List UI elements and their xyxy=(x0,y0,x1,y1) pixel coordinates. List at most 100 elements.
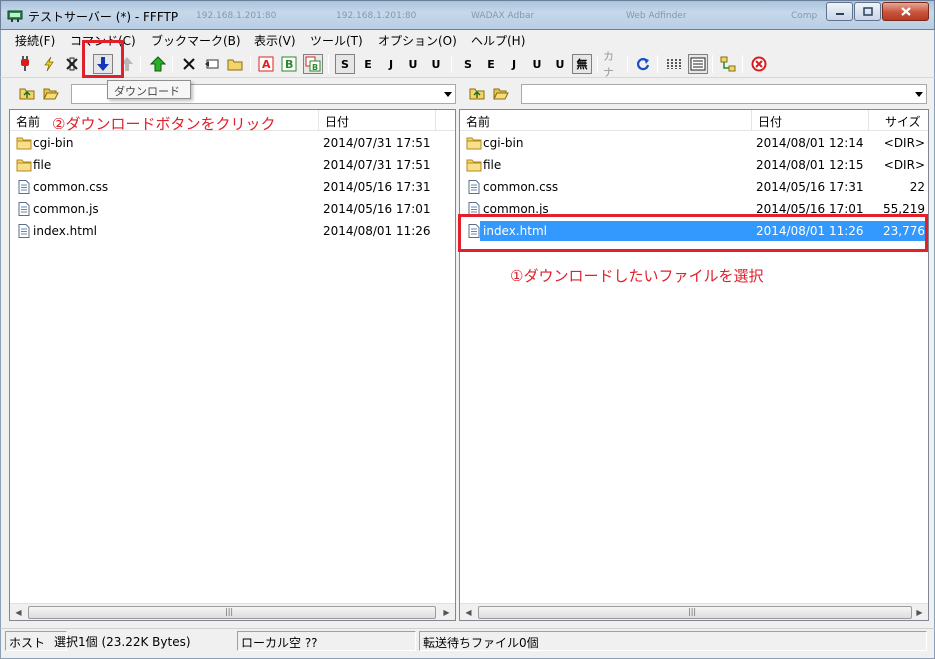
remote-horizontal-scrollbar[interactable]: ◀ ||| ▶ xyxy=(460,603,928,620)
menu-options[interactable]: オプション(O) xyxy=(378,32,457,49)
disconnect-button[interactable] xyxy=(62,54,82,74)
toolbar: A B B S E J U U S E J U U 無 カナ xyxy=(0,50,935,79)
file-row[interactable]: cgi-bin 2014/07/31 17:51 xyxy=(10,132,455,154)
file-date: 2014/08/01 12:14 xyxy=(756,136,864,150)
minimize-icon xyxy=(835,12,844,15)
local-date-column-header[interactable]: 日付 xyxy=(319,110,436,131)
local-file-list[interactable]: 名前 日付 cgi-bin 2014/07/31 17:51 file 2014/07… xyxy=(9,109,456,621)
list-view-button[interactable] xyxy=(664,54,684,74)
kanji-utf8n-button[interactable]: U xyxy=(403,54,423,74)
refresh-button[interactable] xyxy=(633,54,653,74)
file-name: cgi-bin xyxy=(483,136,524,150)
menu-bookmark[interactable]: ブックマーク(B) xyxy=(151,32,241,49)
scroll-left-icon[interactable]: ◀ xyxy=(10,604,27,620)
background-tab-ghost: Web Adfinder xyxy=(626,11,687,21)
binary-mode-button[interactable]: B xyxy=(279,54,299,74)
disconnect-icon xyxy=(66,57,78,71)
download-tooltip: ダウンロード xyxy=(107,80,191,99)
remote-path-combo[interactable] xyxy=(521,84,927,104)
menu-view[interactable]: 表示(V) xyxy=(254,32,296,49)
kana-convert-button[interactable]: カナ xyxy=(603,50,623,79)
file-row[interactable]: index.html 2014/08/01 11:26 xyxy=(10,220,455,242)
file-date: 2014/08/01 12:15 xyxy=(756,158,864,172)
local-up-folder-button[interactable] xyxy=(17,84,37,102)
kanji-jis-button[interactable]: J xyxy=(381,54,401,74)
svg-text:B: B xyxy=(312,63,318,72)
stop-button[interactable] xyxy=(749,54,769,74)
remote-jis-button[interactable]: J xyxy=(504,54,524,74)
menu-connect[interactable]: 接続(F) xyxy=(15,32,55,49)
folder-icon xyxy=(466,137,482,150)
remote-date-column-header[interactable]: 日付 xyxy=(752,110,869,131)
scroll-right-icon[interactable]: ▶ xyxy=(438,604,455,620)
file-row[interactable]: common.js 2014/05/16 17:01 xyxy=(10,198,455,220)
kanji-euc-button[interactable]: E xyxy=(358,54,378,74)
scroll-left-icon[interactable]: ◀ xyxy=(460,604,477,620)
selected-file-highlight xyxy=(458,214,928,252)
grip-icon: ||| xyxy=(225,607,234,616)
folder-icon xyxy=(16,137,32,150)
file-row[interactable]: common.css 2014/05/16 17:31 xyxy=(10,176,455,198)
file-date: 2014/05/16 17:01 xyxy=(323,202,431,216)
rename-button[interactable] xyxy=(202,54,222,74)
file-name: common.css xyxy=(483,180,559,194)
remote-sjis-button[interactable]: S xyxy=(458,54,478,74)
file-name: file xyxy=(33,158,52,172)
ascii-mode-button[interactable]: A xyxy=(256,54,276,74)
quick-connect-button[interactable] xyxy=(39,54,59,74)
remote-utf8-button[interactable]: U xyxy=(550,54,570,74)
file-name: file xyxy=(483,158,502,172)
file-name: common.css xyxy=(33,180,109,194)
connect-button[interactable] xyxy=(15,54,35,74)
file-row[interactable]: file 2014/08/01 12:15 <DIR> xyxy=(460,154,928,176)
sync-folders-button[interactable] xyxy=(718,54,738,74)
scroll-right-icon[interactable]: ▶ xyxy=(911,604,928,620)
file-row[interactable]: file 2014/07/31 17:51 xyxy=(10,154,455,176)
file-date: 2014/05/16 17:31 xyxy=(323,180,431,194)
file-name: cgi-bin xyxy=(33,136,74,150)
local-open-folder-button[interactable] xyxy=(41,84,61,102)
remote-name-column-header[interactable]: 名前 xyxy=(460,110,752,131)
remote-utf8n-button[interactable]: U xyxy=(527,54,547,74)
up-folder-icon xyxy=(19,88,35,100)
file-icon xyxy=(18,180,30,194)
menu-help[interactable]: ヘルプ(H) xyxy=(471,32,525,49)
file-row[interactable]: cgi-bin 2014/08/01 12:14 <DIR> xyxy=(460,132,928,154)
background-tab-ghost: WADAX Adbar xyxy=(471,11,535,21)
remote-file-list[interactable]: 名前 日付 サイズ cgi-bin 2014/08/01 12:14 <DIR> fi… xyxy=(459,109,929,621)
file-icon xyxy=(18,224,30,238)
up-folder-icon xyxy=(469,88,485,100)
rename-icon xyxy=(205,59,219,69)
remote-up-folder-button[interactable] xyxy=(467,84,487,102)
menu-tools[interactable]: ツール(T) xyxy=(310,32,363,49)
remote-euc-button[interactable]: E xyxy=(481,54,501,74)
file-row[interactable]: common.css 2014/05/16 17:31 22 xyxy=(460,176,928,198)
maximize-button[interactable] xyxy=(854,2,881,21)
minimize-button[interactable] xyxy=(826,2,853,21)
no-conversion-button[interactable]: 無 xyxy=(572,54,592,74)
sjis-label: S xyxy=(341,57,349,71)
new-folder-icon xyxy=(227,59,243,71)
euc-label: E xyxy=(364,57,372,71)
new-folder-button[interactable] xyxy=(225,54,245,74)
local-horizontal-scrollbar[interactable]: ◀ ||| ▶ xyxy=(10,603,455,620)
auto-mode-button[interactable]: B xyxy=(303,54,323,74)
refresh-icon xyxy=(636,58,650,71)
mirror-upload-button[interactable] xyxy=(148,54,168,74)
close-button[interactable] xyxy=(882,2,929,21)
euc-label: E xyxy=(487,57,495,71)
jis-label: J xyxy=(511,57,517,71)
binary-mode-icon: B xyxy=(281,56,297,72)
jis-label: J xyxy=(388,57,394,71)
sync-folders-icon xyxy=(720,56,736,72)
main-frame: 名前 日付 cgi-bin 2014/07/31 17:51 file 2014/07… xyxy=(0,78,935,628)
folder-icon xyxy=(16,159,32,172)
detail-view-button[interactable] xyxy=(688,54,708,74)
kanji-sjis-button[interactable]: S xyxy=(335,54,355,74)
ffftp-app-icon xyxy=(7,10,23,22)
remote-size-column-header[interactable]: サイズ xyxy=(869,110,928,131)
file-size: <DIR> xyxy=(883,136,925,150)
kanji-utf8-button[interactable]: U xyxy=(426,54,446,74)
remote-open-folder-button[interactable] xyxy=(491,84,511,102)
delete-button[interactable] xyxy=(179,54,199,74)
